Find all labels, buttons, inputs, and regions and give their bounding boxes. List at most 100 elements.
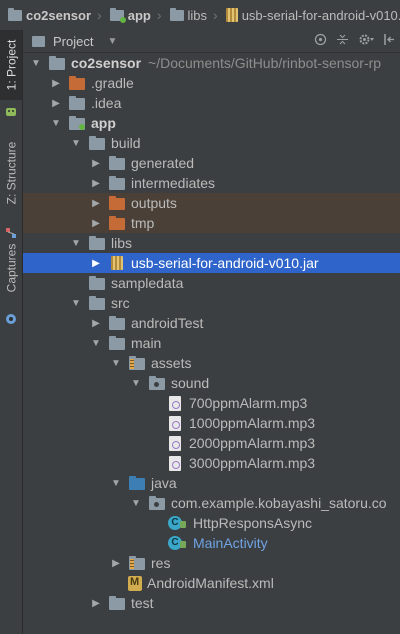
jar-icon — [109, 256, 125, 270]
module-folder-icon — [49, 56, 65, 70]
expanded-arrow-icon[interactable]: ▼ — [131, 498, 141, 509]
expanded-arrow-icon[interactable]: ▼ — [91, 338, 101, 349]
tree-item-label: test — [131, 595, 154, 611]
expanded-arrow-icon[interactable]: ▼ — [51, 118, 61, 129]
collapsed-arrow-icon[interactable]: ▶ — [91, 598, 101, 609]
tree-item-libs[interactable]: ▼ libs — [23, 233, 400, 253]
gear-icon[interactable] — [358, 33, 374, 49]
collapsed-arrow-icon[interactable]: ▶ — [91, 158, 101, 169]
audio-file-icon — [167, 456, 183, 471]
tree-item-tmp[interactable]: ▶ tmp — [23, 213, 400, 233]
tree-item-3000ppm[interactable]: 3000ppmAlarm.mp3 — [23, 453, 400, 473]
module-folder-icon — [109, 7, 126, 23]
tree-item-main[interactable]: ▼ main — [23, 333, 400, 353]
expanded-arrow-icon[interactable]: ▼ — [71, 238, 81, 249]
audio-file-icon — [167, 436, 183, 451]
hide-icon[interactable] — [383, 33, 396, 49]
collapsed-arrow-icon[interactable]: ▶ — [111, 558, 121, 569]
expanded-arrow-icon[interactable]: ▼ — [111, 478, 121, 489]
tree-item-2000ppm[interactable]: 2000ppmAlarm.mp3 — [23, 433, 400, 453]
tree-item-src[interactable]: ▼ src — [23, 293, 400, 313]
folder-icon — [89, 236, 105, 250]
tree-item-co2sensor[interactable]: ▼ co2sensor ~/Documents/GitHub/rinbot-se… — [23, 53, 400, 73]
panel-title[interactable]: Project — [53, 34, 93, 49]
resource-folder-icon — [129, 556, 145, 570]
breadcrumb-jar[interactable]: usb-serial-for-android-v010.jar — [218, 8, 400, 23]
tree-item-outputs[interactable]: ▶ outputs — [23, 193, 400, 213]
tab-label: Z: Structure — [4, 141, 18, 204]
tree-item-java[interactable]: ▼ java — [23, 473, 400, 493]
tab-project[interactable]: 1: Project — [0, 30, 22, 100]
collapse-icon[interactable] — [336, 33, 349, 49]
tree-item-label: intermediates — [131, 175, 216, 191]
folder-icon — [109, 156, 125, 170]
tree-item-label: androidTest — [131, 315, 204, 331]
tree-item-label: assets — [151, 355, 192, 371]
collapsed-arrow-icon[interactable]: ▶ — [91, 318, 101, 329]
expanded-arrow-icon[interactable]: ▼ — [111, 358, 121, 369]
tree-item-gradle[interactable]: ▶ .gradle — [23, 73, 400, 93]
target-icon[interactable] — [314, 33, 327, 49]
tool-window-strip: 1: Project Z: Structure Captures — [0, 30, 23, 634]
breadcrumb-libs[interactable]: libs › — [162, 7, 218, 23]
tree-item-label: app — [91, 115, 116, 131]
tree-item-label: outputs — [131, 195, 177, 211]
tree-item-label: sampledata — [111, 275, 184, 291]
tree-item-res[interactable]: ▶ res — [23, 553, 400, 573]
expanded-arrow-icon[interactable]: ▼ — [131, 378, 141, 389]
class-icon: C — [167, 536, 186, 550]
collapsed-arrow-icon[interactable]: ▶ — [51, 78, 61, 89]
tree-item-androidtest[interactable]: ▶ androidTest — [23, 313, 400, 333]
breadcrumb-app[interactable]: app › — [102, 7, 162, 23]
tab-label: Captures — [4, 243, 19, 292]
manifest-file-icon — [127, 576, 143, 591]
tree-item-label: res — [151, 555, 171, 571]
tree-item-sampledata[interactable]: sampledata — [23, 273, 400, 293]
tree-item-idea[interactable]: ▶ .idea — [23, 93, 400, 113]
expanded-arrow-icon[interactable]: ▼ — [71, 138, 81, 149]
tree-item-test[interactable]: ▶ test — [23, 593, 400, 613]
tree-item-package[interactable]: ▼ com.example.kobayashi_satoru.co — [23, 493, 400, 513]
collapsed-arrow-icon[interactable]: ▶ — [51, 98, 61, 109]
tree-item-label: generated — [131, 155, 195, 171]
expanded-arrow-icon[interactable]: ▼ — [31, 58, 41, 69]
chevron-down-icon[interactable]: ▼ — [107, 36, 117, 47]
folder-icon — [89, 276, 105, 290]
tree-item-build[interactable]: ▼ build — [23, 133, 400, 153]
tree-item-sound[interactable]: ▼ sound — [23, 373, 400, 393]
tab-structure[interactable]: Z: Structure — [0, 125, 22, 220]
tree-item-label: sound — [171, 375, 210, 391]
tree-item-label: 700ppmAlarm.mp3 — [189, 395, 308, 411]
tree-item-generated[interactable]: ▶ generated — [23, 153, 400, 173]
tree-item-assets[interactable]: ▼ assets — [23, 353, 400, 373]
breadcrumb-co2sensor[interactable]: co2sensor › — [0, 7, 102, 23]
class-icon: C — [167, 516, 186, 530]
tree-item-mainactivity[interactable]: C MainActivity — [23, 533, 400, 553]
tree-item-jar[interactable]: ▶ usb-serial-for-android-v010.jar — [23, 253, 400, 273]
tree-item-app[interactable]: ▼ app — [23, 113, 400, 133]
tree-item-httpresponsasync[interactable]: C HttpResponsAsync — [23, 513, 400, 533]
panel-header: Project ▼ — [23, 30, 400, 53]
excluded-folder-icon — [109, 216, 125, 230]
tree-item-label: 3000ppmAlarm.mp3 — [189, 455, 316, 471]
audio-file-icon — [167, 416, 183, 431]
tree-item-manifest[interactable]: AndroidManifest.xml — [23, 573, 400, 593]
tree-item-1000ppm[interactable]: 1000ppmAlarm.mp3 — [23, 413, 400, 433]
folder-icon — [32, 35, 45, 47]
tree-item-label: 2000ppmAlarm.mp3 — [189, 435, 316, 451]
collapsed-arrow-icon[interactable]: ▶ — [91, 258, 101, 269]
folder-icon — [69, 96, 85, 110]
tree-item-700ppm[interactable]: 700ppmAlarm.mp3 — [23, 393, 400, 413]
collapsed-arrow-icon[interactable]: ▶ — [91, 218, 101, 229]
tree-item-label: tmp — [131, 215, 155, 231]
tree-item-intermediates[interactable]: ▶ intermediates — [23, 173, 400, 193]
folder-icon — [109, 596, 125, 610]
tree-item-label: src — [111, 295, 130, 311]
excluded-folder-icon — [69, 76, 85, 90]
collapsed-arrow-icon[interactable]: ▶ — [91, 178, 101, 189]
collapsed-arrow-icon[interactable]: ▶ — [91, 198, 101, 209]
expanded-arrow-icon[interactable]: ▼ — [71, 298, 81, 309]
tab-captures[interactable]: Captures — [0, 230, 22, 305]
source-folder-icon — [129, 476, 145, 490]
tree-item-label: usb-serial-for-android-v010.jar — [131, 255, 319, 271]
